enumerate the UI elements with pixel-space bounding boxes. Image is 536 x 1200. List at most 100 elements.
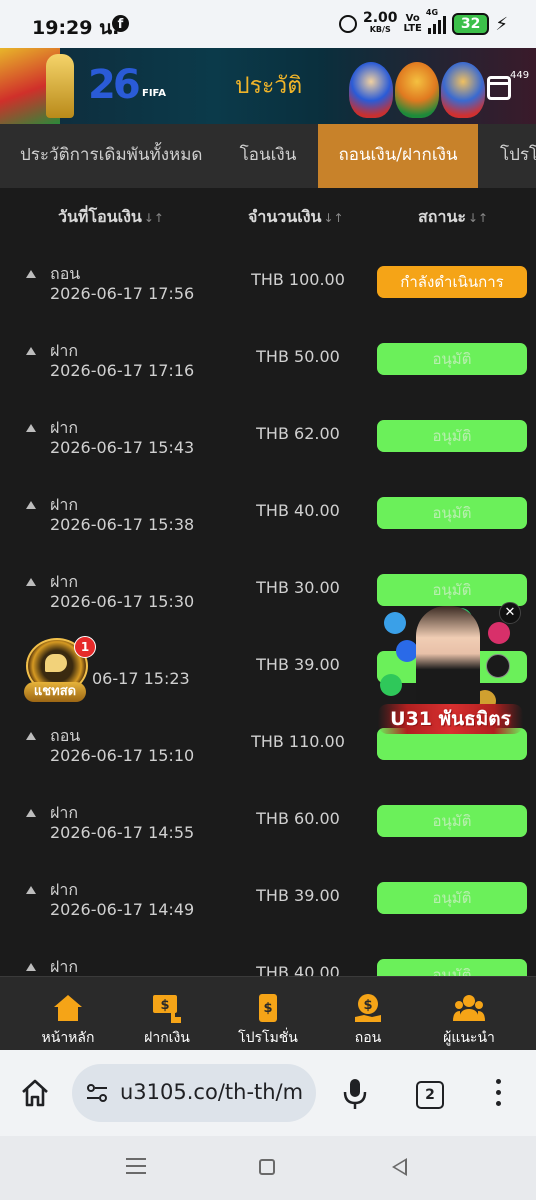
recent-apps-icon[interactable] <box>126 1158 146 1174</box>
status-badge: อนุมัติ <box>377 343 527 375</box>
withdraw-icon: $ <box>355 994 381 1022</box>
sort-icon: ↓↑ <box>143 211 164 225</box>
nav-label: โปรโมชั่น <box>238 1030 298 1046</box>
status-badge: อนุมัติ <box>377 882 527 914</box>
referral-icon <box>453 995 485 1021</box>
status-bar: 19:29 น. f 2.00 KB/S Vo LTE 4G 32 ⚡ <box>0 0 536 48</box>
status-badge: อนุมัติ <box>377 497 527 529</box>
row-amount: THB 60.00 <box>256 809 340 828</box>
header-banner: 26 FIFA ประวัติ 449 <box>0 48 536 124</box>
chat-notification-badge: 1 <box>74 636 96 658</box>
browser-toolbar: u3105.co/th-th/m 2 <box>0 1050 536 1136</box>
header-date-label: วันที่โอนเงิน <box>58 207 142 226</box>
promo-model-image <box>416 606 480 712</box>
svg-text:$: $ <box>363 998 372 1013</box>
table-row[interactable]: ฝาก 2026-06-17 15:38 THB 40.00 อนุมัติ <box>0 491 536 568</box>
promotion-icon: $ <box>259 994 277 1022</box>
history-tabs: ประวัติการเดิมพันทั้งหมด โอนเงิน ถอนเงิน… <box>0 124 536 188</box>
mascots-image <box>345 56 495 120</box>
header-amount-label: จำนวนเงิน <box>248 207 322 226</box>
row-amount: THB 39.00 <box>256 886 340 905</box>
header-date[interactable]: วันที่โอนเงิน ↓↑ <box>58 205 164 230</box>
address-bar[interactable]: u3105.co/th-th/m <box>72 1064 316 1122</box>
battery-indicator: 32 <box>451 13 490 35</box>
status-icons: 2.00 KB/S Vo LTE 4G 32 ⚡ <box>338 8 508 38</box>
table-header: วันที่โอนเงิน ↓↑ จำนวนเงิน ↓↑ สถานะ ↓↑ <box>0 188 536 244</box>
nav-label: ถอน <box>354 1030 382 1046</box>
microphone-icon[interactable] <box>342 1078 368 1110</box>
network-type: 4G <box>425 8 439 17</box>
expand-icon[interactable] <box>26 809 36 817</box>
calendar-badge: 449 <box>510 70 530 81</box>
fifa-label: FIFA <box>142 88 166 99</box>
expand-icon[interactable] <box>26 501 36 509</box>
row-amount: THB 100.00 <box>251 270 345 289</box>
row-datetime: 2026-06-17 15:43 <box>50 438 195 457</box>
line-icon <box>380 674 402 696</box>
sort-icon: ↓↑ <box>323 211 344 225</box>
home-button-icon[interactable] <box>259 1159 275 1175</box>
bottom-nav: หน้าหลัก $ ฝากเงิน $ โปรโมชั่น $ ถอน ผู้… <box>0 976 536 1051</box>
promo-text: U31 พันธมิตร <box>378 704 523 734</box>
tab-all-bets[interactable]: ประวัติการเดิมพันทั้งหมด <box>0 124 218 188</box>
live-chat-button[interactable]: แชทสด 1 <box>24 636 96 706</box>
expand-icon[interactable] <box>26 270 36 278</box>
nav-promotion[interactable]: $ โปรโมชั่น <box>218 977 318 1051</box>
nav-label: ผู้แนะนำ <box>443 1030 495 1046</box>
page-title: ประวัติ <box>235 73 303 99</box>
nav-label: หน้าหลัก <box>41 1030 95 1046</box>
table-row[interactable]: ฝาก 2026-06-17 14:55 THB 60.00 อนุมัติ <box>0 799 536 876</box>
expand-icon[interactable] <box>26 424 36 432</box>
back-icon[interactable] <box>392 1158 407 1176</box>
tab-switcher-button[interactable]: 2 <box>416 1081 444 1109</box>
table-row[interactable]: ฝาก 2026-06-17 15:43 THB 62.00 อนุมัติ <box>0 414 536 491</box>
status-badge: กำลังดำเนินการ <box>377 266 527 298</box>
nav-withdraw[interactable]: $ ถอน <box>318 977 418 1051</box>
trophy-icon <box>46 54 74 118</box>
sort-icon: ↓↑ <box>467 211 489 225</box>
tab-transfer[interactable]: โอนเงิน <box>218 124 318 188</box>
tiktok-icon <box>486 654 510 678</box>
world-cup-logo: 26 <box>88 62 141 108</box>
nav-home[interactable]: หน้าหลัก <box>18 977 118 1051</box>
url-text: u3105.co/th-th/m <box>120 1080 304 1104</box>
svg-text:$: $ <box>160 998 169 1013</box>
nav-deposit[interactable]: $ ฝากเงิน <box>117 977 217 1051</box>
deposit-icon: $ <box>153 995 181 1023</box>
table-row[interactable]: ถอน 2026-06-17 17:56 THB 100.00 กำลังดำเ… <box>0 260 536 337</box>
live-chat-label: แชทสด <box>24 682 86 702</box>
tab-promotion[interactable]: โปรโมชั่น <box>478 124 536 188</box>
nav-referral[interactable]: ผู้แนะนำ <box>419 977 519 1051</box>
volte-bottom: LTE <box>403 23 422 34</box>
expand-icon[interactable] <box>26 963 36 971</box>
close-icon[interactable]: ✕ <box>499 602 521 624</box>
logo-digits: 26 <box>88 62 141 108</box>
header-status[interactable]: สถานะ ↓↑ <box>418 205 488 230</box>
status-badge: อนุมัติ <box>377 805 527 837</box>
expand-icon[interactable] <box>26 732 36 740</box>
tab-withdraw-deposit[interactable]: ถอนเงิน/ฝากเงิน <box>318 124 478 188</box>
facebook-icon: f <box>112 15 129 32</box>
row-amount: THB 110.00 <box>251 732 345 751</box>
network-speed: 2.00 KB/S <box>363 11 398 36</box>
browser-home-icon[interactable] <box>20 1078 50 1108</box>
system-navigation <box>0 1136 536 1200</box>
expand-icon[interactable] <box>26 886 36 894</box>
row-datetime: 2026-06-17 17:56 <box>50 284 195 303</box>
table-row[interactable]: ฝาก 2026-06-17 17:16 THB 50.00 อนุมัติ <box>0 337 536 414</box>
calendar-icon[interactable] <box>487 76 511 100</box>
header-amount[interactable]: จำนวนเงิน ↓↑ <box>248 205 344 230</box>
header-status-label: สถานะ <box>418 207 466 226</box>
row-amount: THB 39.00 <box>256 655 340 674</box>
site-settings-icon[interactable] <box>86 1083 108 1103</box>
table-row[interactable]: ฝาก 2026-06-17 14:49 THB 39.00 อนุมัติ <box>0 876 536 953</box>
expand-icon[interactable] <box>26 347 36 355</box>
row-datetime: 2026-06-17 14:49 <box>50 900 195 919</box>
more-menu-icon[interactable] <box>496 1079 502 1109</box>
expand-icon[interactable] <box>26 578 36 586</box>
row-amount: THB 40.00 <box>256 501 340 520</box>
nav-label: ฝากเงิน <box>144 1030 190 1046</box>
row-datetime: 2026-06-17 15:30 <box>50 592 195 611</box>
promo-float-banner[interactable]: U31 พันธมิตร ✕ <box>378 600 523 748</box>
twitter-icon <box>384 612 406 634</box>
